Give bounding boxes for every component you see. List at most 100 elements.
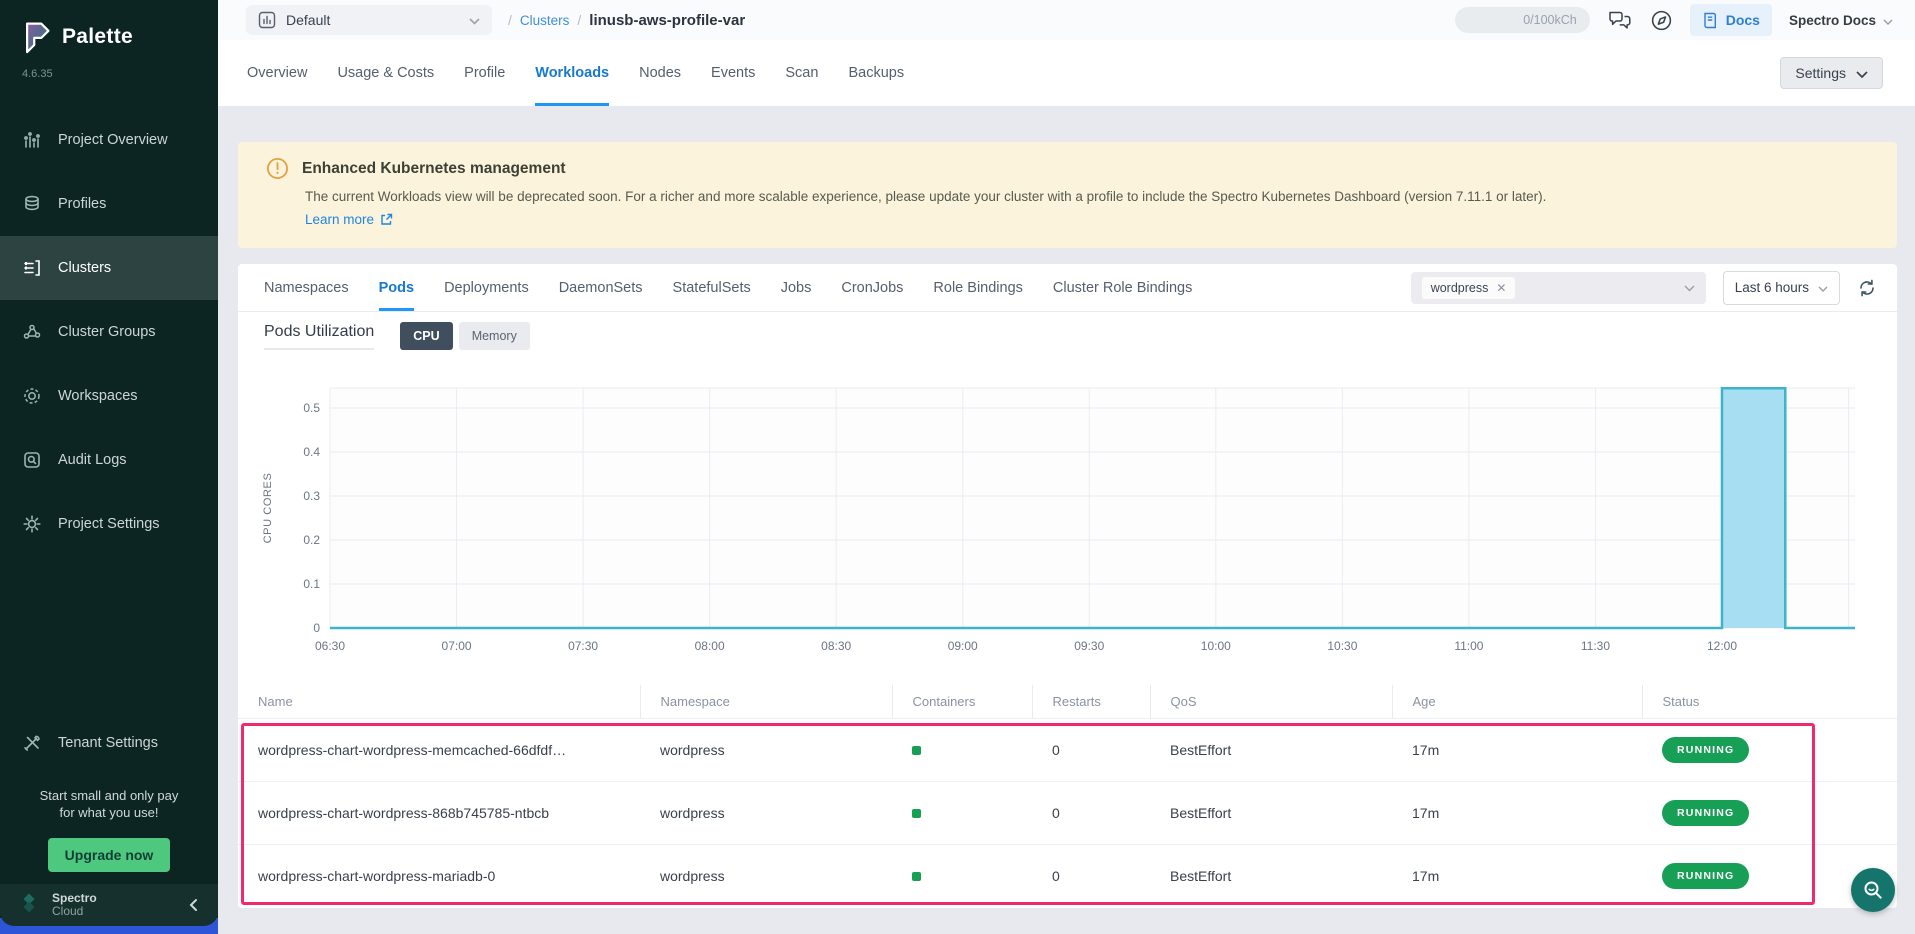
sidebar-item-profiles[interactable]: Profiles — [0, 172, 218, 236]
help-search-fab[interactable] — [1851, 868, 1895, 912]
chevron-down-icon — [1856, 65, 1868, 81]
svg-text:07:30: 07:30 — [568, 639, 598, 653]
time-range-selector[interactable]: Last 6 hours — [1723, 271, 1840, 305]
breadcrumb-clusters-link[interactable]: Clusters — [520, 13, 570, 28]
pod-restarts: 0 — [1032, 718, 1150, 781]
subtab-statefulsets[interactable]: StatefulSets — [673, 264, 751, 311]
tab-workloads[interactable]: Workloads — [535, 40, 609, 106]
svg-text:07:00: 07:00 — [442, 639, 472, 653]
sidebar-item-project-settings[interactable]: Project Settings — [0, 492, 218, 556]
breadcrumb: / Clusters / linusb-aws-profile-var — [508, 12, 745, 29]
audit-logs-icon — [22, 450, 42, 470]
cpu-memory-toggle: CPU Memory — [400, 322, 530, 350]
pod-age: 17m — [1392, 781, 1642, 844]
sidebar-item-label: Workspaces — [58, 388, 138, 404]
svg-text:CPU CORES: CPU CORES — [262, 473, 274, 544]
subtab-deployments[interactable]: Deployments — [444, 264, 529, 311]
col-restarts: Restarts — [1032, 685, 1150, 718]
pod-qos: BestEffort — [1150, 844, 1392, 907]
sidebar-item-label: Tenant Settings — [58, 735, 158, 751]
chip-remove-icon[interactable]: ✕ — [1496, 281, 1506, 295]
tab-usage-costs[interactable]: Usage & Costs — [337, 40, 434, 106]
upgrade-now-button[interactable]: Upgrade now — [48, 838, 171, 872]
sidebar-item-label: Project Settings — [58, 516, 160, 532]
pod-age: 17m — [1392, 844, 1642, 907]
docs-source-selector[interactable]: Spectro Docs — [1789, 13, 1893, 28]
cpu-toggle-button[interactable]: CPU — [400, 322, 452, 350]
refresh-icon[interactable] — [1857, 278, 1877, 298]
pod-qos: BestEffort — [1150, 718, 1392, 781]
clusters-icon — [22, 258, 42, 278]
memory-toggle-button[interactable]: Memory — [459, 322, 530, 350]
tab-backups[interactable]: Backups — [848, 40, 904, 106]
topbar-actions: 0/100kCh Docs Spectro Docs — [1455, 4, 1893, 36]
subtab-jobs[interactable]: Jobs — [781, 264, 812, 311]
settings-button[interactable]: Settings — [1780, 57, 1883, 89]
sidebar-item-label: Cluster Groups — [58, 324, 156, 340]
tools-icon — [22, 733, 42, 753]
pod-namespace: wordpress — [640, 781, 892, 844]
svg-text:10:30: 10:30 — [1327, 639, 1357, 653]
container-indicator — [912, 746, 921, 755]
pod-containers — [892, 781, 1032, 844]
docs-button[interactable]: Docs — [1690, 4, 1772, 36]
tab-nodes[interactable]: Nodes — [639, 40, 681, 106]
sidebar-item-audit-logs[interactable]: Audit Logs — [0, 428, 218, 492]
banner-body: The current Workloads view will be depre… — [305, 189, 1873, 204]
sidebar-item-tenant-settings[interactable]: Tenant Settings — [0, 711, 218, 775]
container-indicator — [912, 809, 921, 818]
tab-scan[interactable]: Scan — [785, 40, 818, 106]
chart-header: Pods Utilization CPU Memory — [238, 312, 1897, 360]
workload-tabs: Namespaces Pods Deployments DaemonSets S… — [264, 264, 1192, 311]
svg-text:08:30: 08:30 — [821, 639, 851, 653]
table-row[interactable]: wordpress-chart-wordpress-memcached-66df… — [238, 718, 1897, 781]
svg-text:08:00: 08:00 — [695, 639, 725, 653]
main-area: Default / Clusters / linusb-aws-profile-… — [218, 0, 1915, 934]
chat-icon[interactable] — [1607, 8, 1633, 32]
pod-name: wordpress-chart-wordpress-868b745785-ntb… — [238, 781, 640, 844]
subtab-cronjobs[interactable]: CronJobs — [841, 264, 903, 311]
svg-text:0.2: 0.2 — [303, 533, 320, 547]
promo-text: Start small and only pay for what you us… — [0, 787, 218, 821]
sidebar-collapse-chevron-icon[interactable] — [188, 898, 198, 912]
chart-title: Pods Utilization — [264, 323, 374, 350]
col-qos: QoS — [1150, 685, 1392, 718]
col-containers: Containers — [892, 685, 1032, 718]
pod-restarts: 0 — [1032, 844, 1150, 907]
subtab-pods[interactable]: Pods — [379, 264, 414, 311]
svg-text:0.3: 0.3 — [303, 489, 320, 503]
status-badge: RUNNING — [1662, 737, 1749, 763]
table-row[interactable]: wordpress-chart-wordpress-868b745785-ntb… — [238, 781, 1897, 844]
usage-quota-pill[interactable]: 0/100kCh — [1455, 7, 1590, 33]
project-selector[interactable]: Default — [246, 5, 492, 35]
pod-name: wordpress-chart-wordpress-mariadb-0 — [238, 844, 640, 907]
sidebar-item-label: Clusters — [58, 260, 111, 276]
sidebar-footer: Spectro Cloud — [0, 884, 218, 926]
svg-text:10:00: 10:00 — [1201, 639, 1231, 653]
tab-overview[interactable]: Overview — [247, 40, 307, 106]
compass-icon[interactable] — [1650, 9, 1673, 32]
sidebar-item-workspaces[interactable]: Workspaces — [0, 364, 218, 428]
namespace-filter-input[interactable]: wordpress ✕ — [1411, 272, 1706, 304]
sidebar-item-project-overview[interactable]: Project Overview — [0, 108, 218, 172]
tab-profile[interactable]: Profile — [464, 40, 505, 106]
external-link-icon — [380, 213, 393, 226]
table-header-row: Name Namespace Containers Restarts QoS A… — [238, 685, 1897, 718]
sidebar-item-cluster-groups[interactable]: Cluster Groups — [0, 300, 218, 364]
filter-controls: wordpress ✕ Last 6 hours — [1411, 271, 1877, 305]
svg-text:09:30: 09:30 — [1074, 639, 1104, 653]
pods-table: Name Namespace Containers Restarts QoS A… — [238, 685, 1897, 907]
workloads-card: Namespaces Pods Deployments DaemonSets S… — [238, 264, 1897, 908]
tab-events[interactable]: Events — [711, 40, 755, 106]
subtab-role-bindings[interactable]: Role Bindings — [933, 264, 1022, 311]
table-row[interactable]: wordpress-chart-wordpress-mariadb-0 word… — [238, 844, 1897, 907]
svg-text:0.4: 0.4 — [303, 445, 320, 459]
subtab-daemonsets[interactable]: DaemonSets — [559, 264, 643, 311]
subtab-namespaces[interactable]: Namespaces — [264, 264, 349, 311]
book-icon — [1702, 12, 1718, 29]
subtab-cluster-role-bindings[interactable]: Cluster Role Bindings — [1053, 264, 1192, 311]
sidebar-item-clusters[interactable]: Clusters — [0, 236, 218, 300]
chevron-down-icon — [469, 12, 480, 28]
learn-more-link[interactable]: Learn more — [305, 212, 393, 227]
cluster-groups-icon — [22, 322, 42, 342]
